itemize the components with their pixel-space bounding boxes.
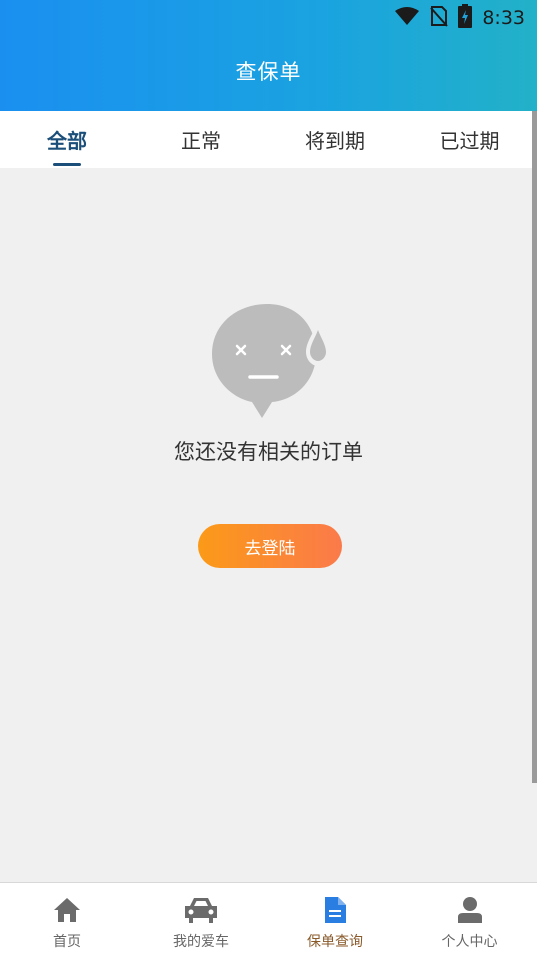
tab-bar: 全部 正常 将到期 已过期: [0, 111, 537, 168]
nav-my-car[interactable]: 我的爱车: [134, 883, 268, 957]
home-icon: [53, 895, 81, 925]
status-bar: 8:33: [0, 0, 537, 36]
tab-all-label: 全部: [47, 129, 87, 153]
tab-normal-label: 正常: [181, 129, 221, 153]
nav-home-label: 首页: [53, 934, 81, 950]
nav-policy-query[interactable]: 保单查询: [268, 883, 402, 957]
car-icon: [183, 895, 219, 925]
app-root: 8:33 查保单 全部 正常 将到期 已过期 您还没有相关的订单 去登陆 首页 …: [0, 0, 537, 957]
no-sim-icon: [430, 5, 449, 31]
tab-active-indicator: [53, 163, 81, 166]
person-icon: [457, 895, 483, 925]
nav-my-car-label: 我的爱车: [173, 934, 229, 950]
bottom-nav: 首页 我的爱车 保单查询 个人中心: [0, 882, 537, 957]
tab-all[interactable]: 全部: [0, 111, 134, 168]
nav-profile[interactable]: 个人中心: [402, 883, 537, 957]
nav-profile-label: 个人中心: [441, 934, 498, 950]
battery-icon: [458, 4, 473, 32]
tab-expiring[interactable]: 将到期: [268, 111, 402, 168]
empty-face-icon: [212, 302, 330, 420]
tab-expired-label: 已过期: [439, 129, 500, 153]
login-button[interactable]: 去登陆: [198, 524, 342, 568]
tab-expired[interactable]: 已过期: [402, 111, 537, 168]
header: 8:33 查保单: [0, 0, 537, 111]
empty-message: 您还没有相关的订单: [174, 440, 363, 464]
wifi-icon: [394, 6, 420, 30]
nav-policy-query-label: 保单查询: [307, 934, 363, 950]
document-icon: [323, 895, 347, 925]
status-time: 8:33: [482, 7, 525, 29]
page-title: 查保单: [235, 60, 302, 84]
tab-normal[interactable]: 正常: [134, 111, 268, 168]
nav-home[interactable]: 首页: [0, 883, 134, 957]
tab-expiring-label: 将到期: [305, 129, 365, 153]
